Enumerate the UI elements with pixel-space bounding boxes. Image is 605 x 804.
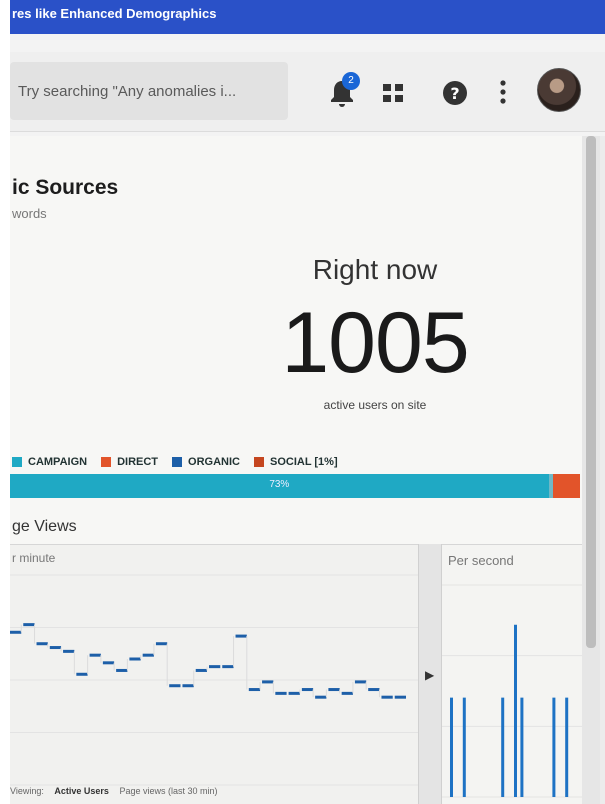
footer-tab-page-views[interactable]: Page views (last 30 min): [119, 786, 217, 796]
svg-text:?: ?: [450, 84, 459, 103]
share-segment-label: 73%: [269, 479, 290, 490]
bar: [514, 624, 517, 797]
more-vert-icon: [500, 80, 506, 104]
traffic-legend: CAMPAIGN DIRECT ORGANIC SOCIAL [1%]: [12, 454, 352, 470]
more-options-button[interactable]: [498, 78, 508, 106]
page-views-title: ge Views: [12, 518, 77, 535]
share-segment-campaign: 73%: [10, 474, 549, 498]
chart-divider[interactable]: ▶: [418, 544, 442, 804]
legend-swatch: [172, 457, 183, 467]
footer-tab-active-users[interactable]: Active Users: [54, 786, 109, 796]
legend-swatch: [101, 457, 112, 467]
chart-footer: Viewing: Active Users Page views (last 3…: [10, 786, 430, 804]
bar: [450, 697, 453, 797]
footer-label: Viewing:: [10, 786, 44, 796]
avatar[interactable]: [537, 68, 581, 112]
bar: [501, 697, 505, 797]
per-second-chart: [442, 584, 582, 798]
search-input[interactable]: [18, 78, 283, 104]
legend-swatch: [12, 457, 22, 467]
share-segment-direct: [553, 474, 580, 498]
right-now-label: Right now: [312, 254, 438, 285]
legend-label: DIRECT: [117, 456, 159, 468]
bar: [552, 697, 556, 797]
per-second-label: Per second: [448, 553, 514, 568]
active-users-caption: active users on site: [323, 398, 427, 412]
scrollbar-thumb[interactable]: [586, 136, 596, 648]
legend-label: SOCIAL [1%]: [269, 456, 338, 468]
side-panel-edge: [600, 136, 605, 804]
per-minute-chart: [10, 574, 418, 786]
apps-grid-icon: [383, 84, 403, 102]
notifications-badge: 2: [342, 72, 360, 90]
vertical-scrollbar[interactable]: [582, 136, 600, 804]
search-box[interactable]: [10, 62, 288, 120]
legend-item-organic: ORGANIC: [172, 456, 240, 468]
legend-item-campaign: CAMPAIGN: [12, 456, 87, 468]
legend-label: ORGANIC: [188, 456, 240, 468]
promo-banner-text: res like Enhanced Demographics: [12, 6, 217, 21]
bar: [462, 697, 466, 797]
per-minute-chart-panel: r minute: [10, 544, 418, 804]
legend-item-social: SOCIAL [1%]: [253, 456, 338, 468]
notifications-button[interactable]: 2: [328, 72, 360, 108]
realtime-overview-card: ic Sources words Right now 1005 active u…: [10, 136, 600, 804]
traffic-share-bar: 73%: [10, 474, 580, 498]
legend-item-direct: DIRECT: [101, 456, 158, 468]
legend-swatch: [253, 457, 264, 467]
help-icon: ?: [443, 81, 467, 105]
per-minute-label: r minute: [12, 551, 56, 565]
apps-button[interactable]: [382, 82, 404, 104]
active-users-count: 1005: [281, 295, 469, 391]
promo-banner[interactable]: res like Enhanced Demographics: [10, 0, 605, 34]
help-button[interactable]: ?: [442, 80, 468, 106]
card-subtitle: words: [12, 206, 47, 221]
bar: [520, 697, 524, 797]
bar: [565, 697, 569, 797]
per-second-chart-panel: Per second: [442, 544, 582, 804]
legend-label: CAMPAIGN: [28, 456, 88, 468]
top-app-bar: 2 ?: [10, 52, 605, 132]
chevron-right-icon: ▶: [425, 668, 435, 682]
browser-frame: res like Enhanced Demographics 2 ?: [10, 0, 605, 804]
card-title: ic Sources: [12, 176, 119, 199]
